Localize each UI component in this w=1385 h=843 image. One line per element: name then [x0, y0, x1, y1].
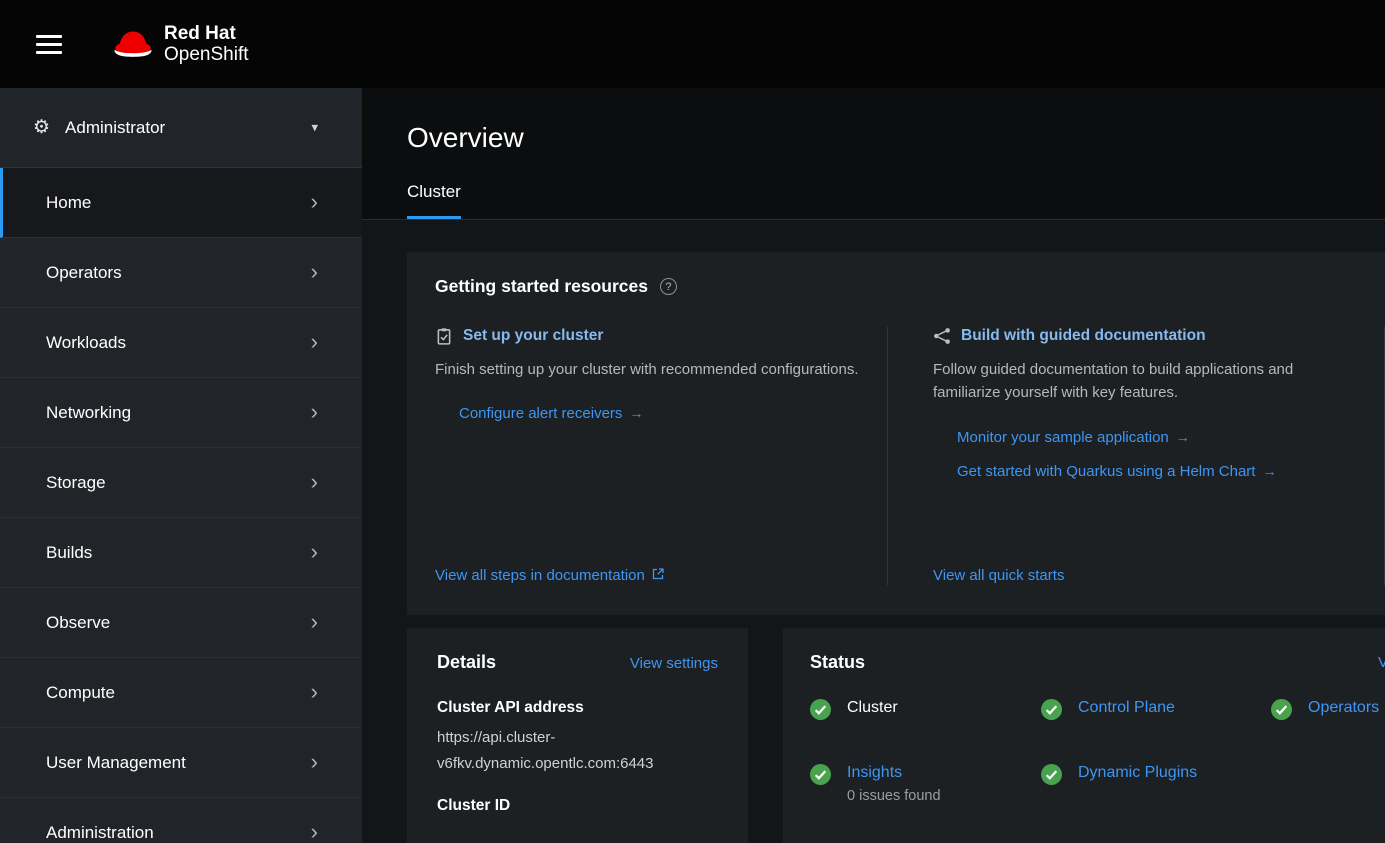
chevron-right-icon: › — [311, 468, 318, 494]
sidebar-item-label: Home — [46, 193, 91, 213]
page-header: Overview Cluster — [362, 88, 1385, 220]
sidebar-item-builds[interactable]: Builds › — [0, 518, 362, 588]
monitor-sample-application-link[interactable]: Monitor your sample application→ — [957, 429, 1360, 446]
success-check-icon — [1041, 764, 1062, 785]
brand-openshift-text: OpenShift — [164, 44, 249, 65]
getting-started-title: Getting started resources — [435, 276, 648, 297]
chevron-right-icon: › — [311, 678, 318, 704]
sidebar-item-label: Storage — [46, 473, 106, 493]
view-all-quick-starts-link[interactable]: View all quick starts — [933, 567, 1064, 584]
sidebar-item-home[interactable]: Home › — [0, 168, 362, 238]
route-icon — [933, 327, 951, 345]
status-item-dynamic-plugins: Dynamic Plugins — [1041, 764, 1271, 804]
cluster-api-address-value: https://api.cluster-v6fkv.dynamic.opentl… — [437, 725, 718, 777]
status-link-operators[interactable]: Operators — [1308, 699, 1379, 716]
sidebar: ⚙ Administrator ▾ Home › Operators › Wor… — [0, 88, 362, 843]
sidebar-item-label: Compute — [46, 683, 115, 703]
checklist-icon — [435, 327, 453, 345]
status-title: Status — [810, 652, 865, 673]
external-link-icon — [652, 568, 664, 580]
caret-down-icon: ▾ — [311, 119, 318, 135]
help-icon[interactable]: ? — [660, 278, 677, 295]
masthead: Red Hat OpenShift — [0, 0, 1385, 88]
sidebar-item-operators[interactable]: Operators › — [0, 238, 362, 308]
success-check-icon — [1271, 699, 1292, 720]
cog-icon: ⚙ — [33, 116, 50, 139]
insights-issues-count: 0 issues found — [847, 788, 941, 804]
chevron-right-icon: › — [311, 398, 318, 424]
sidebar-item-administration[interactable]: Administration › — [0, 798, 362, 843]
main-content: Overview Cluster Getting started resourc… — [362, 88, 1385, 843]
page-title: Overview — [407, 122, 1385, 154]
status-item-control-plane: Control Plane — [1041, 699, 1271, 720]
cluster-api-address-label: Cluster API address — [437, 699, 718, 717]
success-check-icon — [1041, 699, 1062, 720]
status-link-insights[interactable]: Insights — [847, 764, 902, 781]
guided-documentation-column: Build with guided documentation Follow g… — [887, 327, 1384, 585]
brand-redhat-text: Red Hat — [164, 23, 249, 44]
chevron-right-icon: › — [311, 818, 318, 843]
guided-documentation-description: Follow guided documentation to build app… — [933, 358, 1360, 405]
success-check-icon — [810, 764, 831, 785]
view-alerts-link[interactable]: View alerts — [1378, 654, 1385, 671]
sidebar-item-label: User Management — [46, 753, 186, 773]
arrow-right-icon: → — [629, 405, 643, 421]
status-link-dynamic-plugins[interactable]: Dynamic Plugins — [1078, 764, 1197, 781]
success-check-icon — [810, 699, 831, 720]
sidebar-item-observe[interactable]: Observe › — [0, 588, 362, 658]
chevron-right-icon: › — [311, 328, 318, 354]
sidebar-item-label: Administration — [46, 823, 154, 843]
view-settings-link[interactable]: View settings — [630, 655, 718, 672]
sidebar-item-workloads[interactable]: Workloads › — [0, 308, 362, 378]
sidebar-nav: Home › Operators › Workloads › Networkin… — [0, 168, 362, 843]
sidebar-item-storage[interactable]: Storage › — [0, 448, 362, 518]
nav-toggle-button[interactable] — [30, 29, 68, 60]
sidebar-item-label: Workloads — [46, 333, 126, 353]
sidebar-item-compute[interactable]: Compute › — [0, 658, 362, 728]
perspective-switcher[interactable]: ⚙ Administrator ▾ — [0, 88, 362, 168]
status-item-operators: Operators — [1271, 699, 1385, 720]
brand-logo: Red Hat OpenShift — [110, 23, 249, 65]
tab-bar: Cluster — [407, 182, 1385, 219]
sidebar-item-label: Observe — [46, 613, 110, 633]
redhat-fedora-icon — [110, 27, 156, 61]
chevron-right-icon: › — [311, 748, 318, 774]
setup-cluster-description: Finish setting up your cluster with reco… — [435, 358, 863, 381]
details-title: Details — [437, 652, 496, 673]
status-link-control-plane[interactable]: Control Plane — [1078, 699, 1175, 716]
quarkus-helm-chart-link[interactable]: Get started with Quarkus using a Helm Ch… — [957, 463, 1360, 480]
arrow-right-icon: → — [1176, 429, 1190, 445]
getting-started-card: Getting started resources ? Set up your … — [407, 252, 1385, 615]
tab-cluster[interactable]: Cluster — [407, 182, 461, 219]
chevron-right-icon: › — [311, 608, 318, 634]
status-label-cluster: Cluster — [847, 699, 898, 716]
arrow-right-icon: → — [1262, 463, 1276, 479]
chevron-right-icon: › — [311, 188, 318, 214]
configure-alert-receivers-link[interactable]: Configure alert receivers→ — [459, 405, 863, 422]
guided-documentation-link[interactable]: Build with guided documentation — [961, 327, 1206, 345]
details-card: Details View settings Cluster API addres… — [407, 628, 748, 843]
sidebar-item-networking[interactable]: Networking › — [0, 378, 362, 448]
status-grid: Cluster Control Plane — [810, 699, 1385, 804]
sidebar-item-label: Operators — [46, 263, 122, 283]
chevron-right-icon: › — [311, 258, 318, 284]
chevron-right-icon: › — [311, 538, 318, 564]
setup-cluster-link[interactable]: Set up your cluster — [463, 327, 603, 345]
perspective-label: Administrator — [65, 118, 165, 138]
status-item-cluster: Cluster — [810, 699, 1041, 720]
view-all-steps-link[interactable]: View all steps in documentation — [435, 567, 664, 584]
sidebar-item-label: Networking — [46, 403, 131, 423]
overview-content: Getting started resources ? Set up your … — [362, 220, 1385, 843]
sidebar-item-label: Builds — [46, 543, 92, 563]
status-item-insights: Insights 0 issues found — [810, 764, 1041, 804]
sidebar-item-user-management[interactable]: User Management › — [0, 728, 362, 798]
setup-cluster-column: Set up your cluster Finish setting up yo… — [407, 327, 887, 585]
cluster-id-label: Cluster ID — [437, 797, 718, 815]
status-card: Status View alerts Cluster — [783, 628, 1385, 843]
